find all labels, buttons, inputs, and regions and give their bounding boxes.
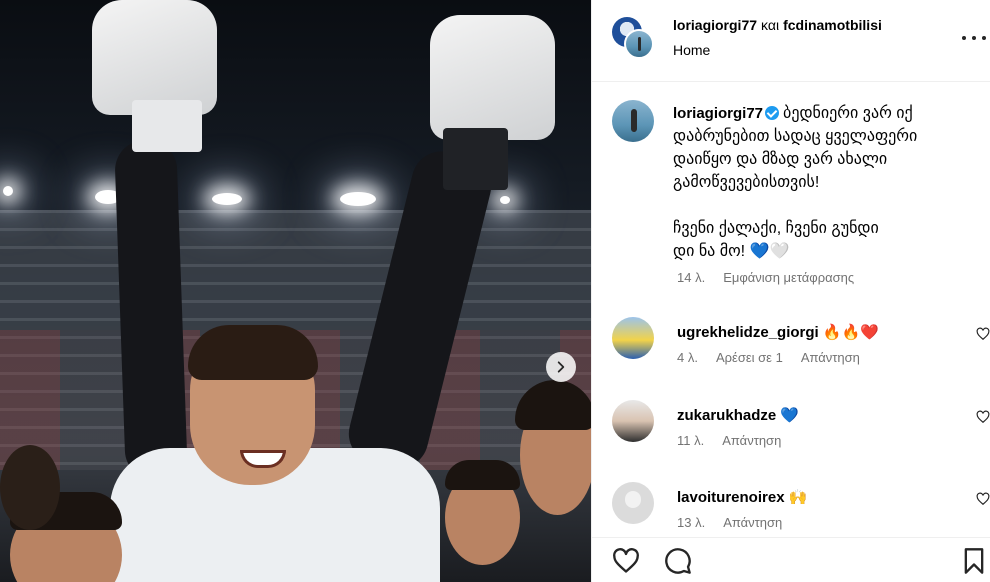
heart-icon[interactable]	[976, 327, 990, 341]
next-photo-button[interactable]	[546, 352, 576, 382]
collaborator-username[interactable]: fcdinamotbilisi	[783, 17, 882, 33]
right-glove	[430, 15, 555, 140]
more-icon	[982, 36, 986, 40]
post-location[interactable]: Home	[673, 42, 710, 58]
comment-meta: 4 λ. Αρέσει σε 1 Απάντηση	[677, 350, 878, 365]
fan-face	[0, 445, 60, 530]
collaborator-avatar[interactable]	[624, 29, 654, 59]
caption-text-second: ჩვენი ქალაქი, ჩვენი გუნდი დი ნა მო! 💙🤍	[673, 220, 879, 260]
left-arm	[114, 139, 188, 481]
commenter-username[interactable]: ugrekhelidze_giorgi	[677, 324, 819, 341]
reply-button[interactable]: Απάντηση	[801, 350, 860, 365]
more-options-button[interactable]	[962, 28, 986, 48]
commenter-avatar[interactable]	[612, 317, 654, 359]
more-icon	[972, 36, 976, 40]
post-actions-bar	[592, 537, 990, 582]
heart-icon[interactable]	[976, 492, 990, 506]
floodlight	[340, 192, 376, 206]
right-glove-cuff	[443, 128, 508, 190]
chevron-right-icon	[557, 361, 565, 373]
left-glove-cuff	[132, 100, 202, 152]
caption-time[interactable]: 14 λ.	[677, 270, 705, 285]
comment-line: lavoiturenoirex 🙌	[677, 488, 807, 506]
comment-text: 🔥🔥❤️	[822, 324, 879, 341]
comment-meta: 13 λ. Απάντηση	[677, 515, 800, 530]
author-username[interactable]: loriagiorgi77	[673, 17, 757, 33]
fan-hair	[445, 460, 520, 490]
reply-button[interactable]: Απάντηση	[723, 515, 782, 530]
verified-badge-icon	[765, 106, 780, 120]
comment-text: 💙	[780, 407, 800, 424]
comment-item: ugrekhelidze_giorgi 🔥🔥❤️ 4 λ. Αρέσει σε 1…	[592, 317, 990, 377]
post-details-panel: loriagiorgi77 και fcdinamotbilisi Home lor…	[591, 0, 990, 582]
see-translation-link[interactable]: Εμφάνιση μετάφρασης	[723, 270, 854, 285]
player-hair	[188, 325, 318, 380]
commenter-avatar[interactable]	[612, 482, 654, 524]
more-icon	[962, 36, 966, 40]
commenter-username[interactable]: zukarukhadze	[677, 407, 776, 424]
heart-icon[interactable]	[976, 410, 990, 424]
floodlight	[212, 193, 242, 205]
comment-text: 🙌	[788, 489, 808, 506]
caption-username[interactable]: loriagiorgi77	[673, 105, 763, 122]
caption-meta: 14 λ. Εμφάνιση μετάφρασης	[677, 270, 872, 285]
comment-meta: 11 λ. Απάντηση	[677, 433, 799, 448]
comment-line: zukarukhadze 💙	[677, 406, 799, 424]
post-caption: loriagiorgi77 ბედნიერი ვარ იქ დაბრუნებით …	[673, 102, 973, 263]
post-header: loriagiorgi77 και fcdinamotbilisi Home	[592, 0, 990, 82]
post-photo[interactable]	[0, 0, 591, 582]
comment-item: zukarukhadze 💙 11 λ. Απάντηση	[592, 400, 990, 460]
comment-time[interactable]: 13 λ.	[677, 515, 705, 530]
comment-likes[interactable]: Αρέσει σε 1	[716, 350, 783, 365]
authors-conjunction: και	[761, 17, 780, 33]
commenter-avatar[interactable]	[612, 400, 654, 442]
caption-avatar[interactable]	[612, 100, 654, 142]
comment-icon[interactable]	[664, 547, 692, 575]
comment-line: ugrekhelidze_giorgi 🔥🔥❤️	[677, 323, 879, 341]
comment-time[interactable]: 4 λ.	[677, 350, 698, 365]
left-glove	[92, 0, 217, 115]
bookmark-icon[interactable]	[960, 547, 988, 575]
comment-item: lavoiturenoirex 🙌 13 λ. Απάντηση	[592, 482, 990, 542]
floodlight	[3, 186, 13, 196]
floodlight	[500, 196, 510, 204]
commenter-username[interactable]: lavoiturenoirex	[677, 489, 785, 506]
post-authors: loriagiorgi77 και fcdinamotbilisi	[673, 17, 882, 33]
heart-icon[interactable]	[612, 547, 640, 575]
reply-button[interactable]: Απάντηση	[722, 433, 781, 448]
comment-time[interactable]: 11 λ.	[677, 433, 704, 448]
